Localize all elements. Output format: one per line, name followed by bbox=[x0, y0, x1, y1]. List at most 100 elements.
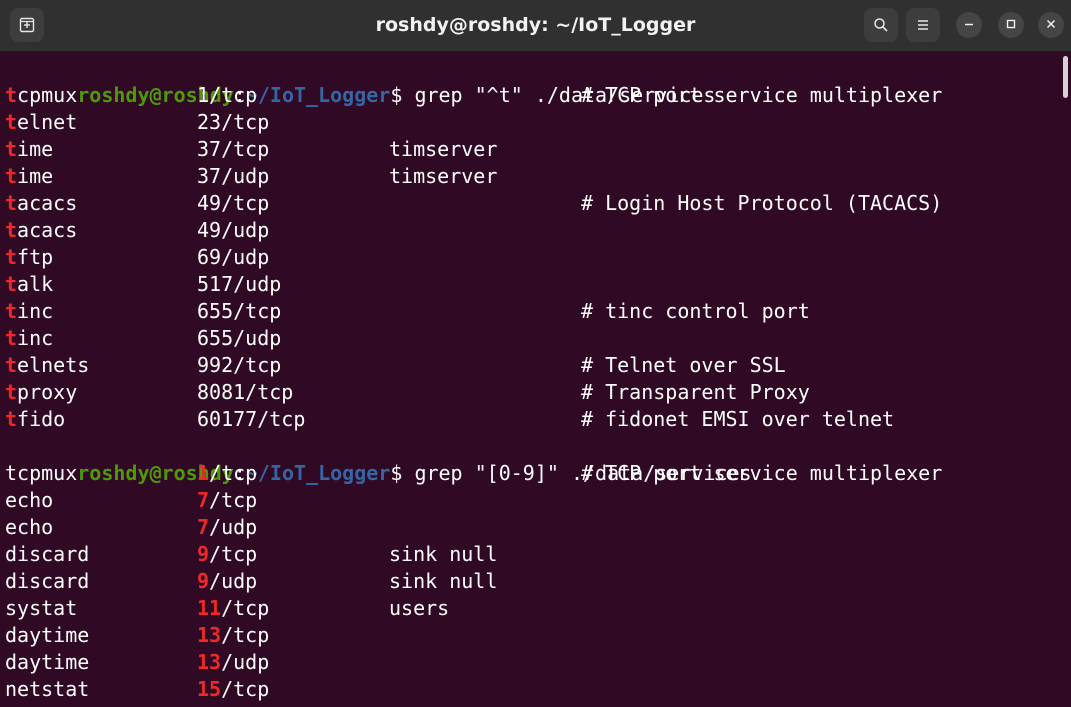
match-highlight: t bbox=[5, 164, 18, 188]
output-row: systat 11/tcp users bbox=[5, 595, 1060, 622]
service-name-rest: inc bbox=[17, 326, 54, 350]
match-highlight: t bbox=[5, 380, 18, 404]
terminal-window: roshdy@roshdy: ~/IoT_Logger roshdy@roshd… bbox=[0, 0, 1071, 707]
output-row: tproxy 8081/tcp # Transparent Proxy bbox=[5, 379, 1060, 406]
service-port: 655/tcp bbox=[197, 299, 282, 323]
output-row: discard 9/tcp sink null bbox=[5, 541, 1060, 568]
service-port: 1/tcp bbox=[197, 83, 258, 107]
service-name-rest: ime bbox=[17, 164, 54, 188]
close-icon bbox=[1046, 16, 1056, 34]
service-port: 69/udp bbox=[197, 245, 270, 269]
output-row: time 37/udp timserver bbox=[5, 163, 1060, 190]
prompt-line: roshdy@roshdy:~/IoT_Logger$ grep "^t" ./… bbox=[5, 55, 1060, 107]
output-row: tcpmux 1/tcp # TCP port service multiplexe… bbox=[5, 460, 1060, 487]
service-name-rest: cpmux bbox=[17, 83, 78, 107]
service-port: 37/tcp bbox=[197, 137, 270, 161]
maximize-icon bbox=[1006, 16, 1016, 34]
service-name: time bbox=[5, 136, 53, 163]
service-aliases: sink null bbox=[389, 569, 498, 593]
service-comment: # Telnet over SSL bbox=[581, 353, 786, 377]
output-row: talk 517/udp bbox=[5, 271, 1060, 298]
service-aliases: timserver bbox=[389, 137, 498, 161]
service-port: 37/udp bbox=[197, 164, 270, 188]
grep-output-2: tcpmux 1/tcp # TCP port service multiplexe… bbox=[5, 460, 1060, 703]
output-row: echo 7/udp bbox=[5, 514, 1060, 541]
service-port: 992/tcp bbox=[197, 353, 282, 377]
match-highlight: t bbox=[5, 272, 18, 296]
service-name: echo bbox=[5, 515, 54, 539]
service-comment: # TCP port service multiplexer bbox=[581, 83, 943, 107]
output-row: telnet 23/tcp bbox=[5, 109, 1060, 136]
title-bar[interactable]: roshdy@roshdy: ~/IoT_Logger bbox=[0, 0, 1071, 52]
service-comment: # Login Host Protocol (TACACS) bbox=[581, 191, 943, 215]
output-row: discard 9/udp sink null bbox=[5, 568, 1060, 595]
search-button[interactable] bbox=[864, 8, 898, 42]
close-button[interactable] bbox=[1038, 12, 1064, 38]
match-highlight: t bbox=[5, 326, 18, 350]
service-name-rest: acacs bbox=[17, 218, 78, 242]
service-comment: # fidonet EMSI over telnet bbox=[581, 407, 895, 431]
service-port-rest: /tcp bbox=[209, 542, 258, 566]
service-name-rest: fido bbox=[17, 407, 66, 431]
service-port: 11/tcp bbox=[197, 595, 269, 622]
output-row: tinc 655/udp bbox=[5, 325, 1060, 352]
match-highlight: t bbox=[5, 299, 18, 323]
search-icon bbox=[873, 17, 889, 33]
scrollbar-thumb[interactable] bbox=[1063, 56, 1068, 98]
service-name: tcpmux bbox=[5, 82, 77, 109]
output-row: daytime 13/tcp bbox=[5, 622, 1060, 649]
menu-button[interactable] bbox=[906, 8, 940, 42]
service-port: 9/tcp bbox=[197, 541, 257, 568]
service-name: discard bbox=[5, 542, 90, 566]
service-name: telnet bbox=[5, 109, 77, 136]
match-highlight: t bbox=[5, 407, 18, 431]
service-name: tacacs bbox=[5, 217, 77, 244]
service-name-rest: acacs bbox=[17, 191, 78, 215]
output-row: netstat 15/tcp bbox=[5, 676, 1060, 703]
service-port: 9/udp bbox=[197, 568, 257, 595]
service-name: tcpmux bbox=[5, 461, 78, 485]
minimize-button[interactable] bbox=[956, 12, 982, 38]
scrollbar[interactable] bbox=[1060, 53, 1071, 707]
service-port-rest: /tcp bbox=[221, 596, 270, 620]
terminal-output[interactable]: roshdy@roshdy:~/IoT_Logger$ grep "^t" ./… bbox=[0, 53, 1060, 707]
service-port: 60177/tcp bbox=[197, 407, 306, 431]
output-row: daytime 13/udp bbox=[5, 649, 1060, 676]
service-port-rest: /tcp bbox=[221, 677, 270, 701]
output-row: telnets 992/tcp # Telnet over SSL bbox=[5, 352, 1060, 379]
service-name-rest: ftp bbox=[17, 245, 54, 269]
match-highlight: t bbox=[5, 110, 18, 134]
service-port: 49/tcp bbox=[197, 191, 270, 215]
match-highlight: 13 bbox=[197, 650, 222, 674]
service-comment: # tinc control port bbox=[581, 299, 810, 323]
service-port: 517/udp bbox=[197, 272, 282, 296]
service-port: 8081/tcp bbox=[197, 380, 294, 404]
service-name-rest: elnets bbox=[17, 353, 90, 377]
maximize-button[interactable] bbox=[998, 12, 1024, 38]
match-highlight: 13 bbox=[197, 623, 222, 647]
prompt-line: roshdy@roshdy:~/IoT_Logger$ grep "[0-9]"… bbox=[5, 433, 1060, 485]
service-port-rest: /udp bbox=[209, 569, 258, 593]
minimize-icon bbox=[964, 16, 974, 34]
service-port: 15/tcp bbox=[197, 676, 269, 703]
service-port-rest: /tcp bbox=[221, 623, 270, 647]
service-aliases: timserver bbox=[389, 164, 498, 188]
service-port-rest: /tcp bbox=[209, 461, 258, 485]
output-row: tacacs 49/tcp # Login Host Protocol (TACAC… bbox=[5, 190, 1060, 217]
service-name-rest: ime bbox=[17, 137, 54, 161]
service-name-rest: alk bbox=[17, 272, 54, 296]
match-highlight: 1 bbox=[197, 461, 210, 485]
service-name: systat bbox=[5, 596, 78, 620]
match-highlight: 9 bbox=[197, 542, 210, 566]
service-port-rest: /tcp bbox=[209, 488, 258, 512]
output-row: time 37/tcp timserver bbox=[5, 136, 1060, 163]
service-name-rest: inc bbox=[17, 299, 54, 323]
service-port: 23/tcp bbox=[197, 110, 270, 134]
output-row: tinc 655/tcp # tinc control port bbox=[5, 298, 1060, 325]
service-aliases: users bbox=[389, 596, 450, 620]
new-tab-button[interactable] bbox=[10, 8, 44, 42]
grep-output-1: tcpmux 1/tcp # TCP port service multiplexe… bbox=[5, 82, 1060, 433]
service-port-rest: /udp bbox=[221, 650, 270, 674]
service-name: netstat bbox=[5, 677, 90, 701]
service-port: 13/udp bbox=[197, 649, 269, 676]
